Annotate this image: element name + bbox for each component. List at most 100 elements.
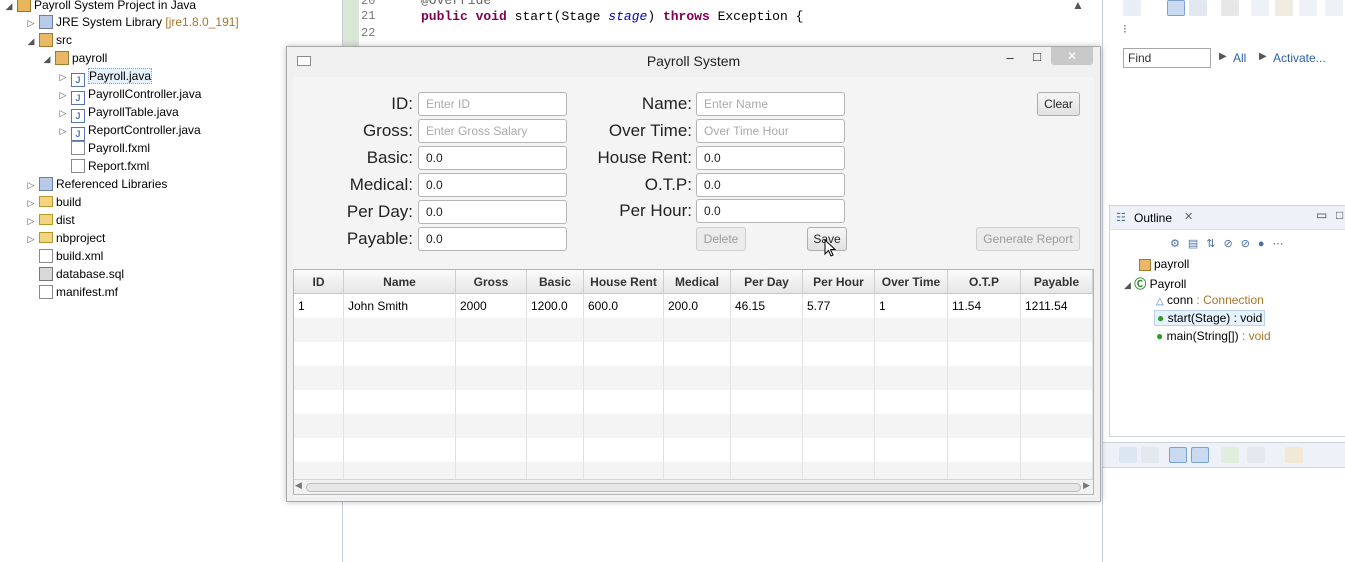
tree-item-build-xml[interactable]: build.xml bbox=[26, 247, 103, 265]
hierarchy-icon[interactable] bbox=[1167, 0, 1185, 16]
scroll-up-icon[interactable]: ▲ bbox=[1072, 0, 1084, 12]
outline-item-method-selected[interactable]: ● start(Stage) : void bbox=[1154, 310, 1266, 326]
column-header[interactable]: Gross bbox=[456, 270, 527, 294]
new-task-icon[interactable] bbox=[1123, 0, 1141, 16]
column-header[interactable]: Per Hour bbox=[803, 270, 875, 294]
column-header[interactable]: Basic bbox=[527, 270, 584, 294]
debug-icon[interactable] bbox=[1119, 447, 1137, 463]
expand-toggle-icon[interactable]: ▷ bbox=[58, 122, 68, 140]
tree-item-file[interactable]: ▷ J PayrollController.java bbox=[58, 85, 201, 105]
column-header[interactable]: Medical bbox=[664, 270, 731, 294]
medical-input[interactable]: 0.0 bbox=[418, 173, 567, 197]
column-header[interactable]: O.T.P bbox=[948, 270, 1021, 294]
collapse-icon[interactable] bbox=[1299, 0, 1317, 16]
table-row[interactable]: 1 John Smith 2000 1200.0 600.0 200.0 46.15 5.77… bbox=[294, 294, 1093, 318]
overtime-input[interactable]: Over Time Hour bbox=[696, 119, 845, 143]
column-header[interactable]: House Rent bbox=[584, 270, 664, 294]
table-row[interactable] bbox=[294, 366, 1093, 390]
expand-toggle-icon[interactable]: ▷ bbox=[26, 176, 36, 194]
id-input[interactable]: Enter ID bbox=[418, 92, 567, 116]
tab-outline[interactable]: Outline bbox=[1134, 211, 1172, 225]
expand-toggle-icon[interactable]: ▷ bbox=[58, 68, 68, 86]
table-row[interactable] bbox=[294, 342, 1093, 366]
select-console-icon[interactable] bbox=[1247, 447, 1265, 463]
tree-item-dist[interactable]: ▷ dist bbox=[26, 211, 75, 229]
tree-item-file[interactable]: ▷ J ReportController.java bbox=[58, 121, 201, 141]
tree-item-referenced-libraries[interactable]: ▷ Referenced Libraries bbox=[26, 175, 167, 193]
minimize-icon[interactable]: ▭ bbox=[1316, 208, 1327, 222]
perday-input[interactable]: 0.0 bbox=[418, 200, 567, 224]
tree-item-file[interactable]: ▷ J PayrollTable.java bbox=[58, 103, 179, 123]
expand-toggle-icon[interactable]: ◢ bbox=[42, 50, 52, 68]
tree-item-database[interactable]: database.sql bbox=[26, 265, 124, 283]
clear-button[interactable]: Clear bbox=[1037, 92, 1080, 116]
minimize-button[interactable]: – bbox=[1000, 50, 1020, 65]
tree-item-package[interactable]: ◢ payroll bbox=[42, 49, 107, 67]
tree-item-file[interactable]: Payroll.fxml bbox=[58, 139, 150, 157]
close-button[interactable]: ✕ bbox=[1051, 47, 1093, 65]
maximize-button[interactable]: □ bbox=[1027, 49, 1047, 64]
outline-item-class[interactable]: ◢ Ⓒ Payroll bbox=[1124, 275, 1186, 292]
houserent-input[interactable]: 0.0 bbox=[696, 146, 845, 170]
payable-input[interactable]: 0.0 bbox=[418, 227, 567, 251]
window-titlebar[interactable]: Payroll System – □ ✕ bbox=[287, 47, 1100, 75]
tree-item-src[interactable]: ◢ src bbox=[26, 31, 72, 49]
console-icon[interactable] bbox=[1141, 447, 1159, 463]
table-row[interactable] bbox=[294, 390, 1093, 414]
generate-report-button[interactable]: Generate Report bbox=[976, 227, 1080, 251]
outline-item-method[interactable]: ● main(String[]) : void bbox=[1156, 329, 1271, 343]
scrollbar-thumb[interactable] bbox=[306, 483, 1081, 492]
tree-item-jre[interactable]: ▷ JRE System Library [jre1.8.0_191] bbox=[26, 13, 239, 31]
maximize-icon[interactable]: □ bbox=[1336, 208, 1343, 222]
table-row[interactable] bbox=[294, 438, 1093, 462]
table-row[interactable] bbox=[294, 318, 1093, 342]
sync-icon[interactable] bbox=[1325, 0, 1343, 16]
expand-toggle-icon[interactable]: ▷ bbox=[26, 194, 36, 212]
tree-item-project[interactable]: ◢ Payroll System Project in Java bbox=[4, 0, 196, 14]
gross-input[interactable]: Enter Gross Salary bbox=[418, 119, 567, 143]
tree-view-icon[interactable] bbox=[1189, 0, 1207, 16]
horizontal-scrollbar[interactable]: ◀ ▶ bbox=[294, 479, 1093, 494]
group-icon[interactable] bbox=[1221, 0, 1239, 16]
payroll-table[interactable]: ID Name Gross Basic House Rent Medical Per Day… bbox=[293, 269, 1094, 495]
delete-button[interactable]: Delete bbox=[696, 227, 746, 251]
activate-link[interactable]: Activate... bbox=[1273, 51, 1326, 65]
name-input[interactable]: Enter Name bbox=[696, 92, 845, 116]
expand-toggle-icon[interactable]: ◢ bbox=[26, 32, 36, 50]
expand-toggle-icon[interactable]: ▷ bbox=[26, 230, 36, 248]
filter-icon[interactable] bbox=[1251, 0, 1269, 16]
perhour-input[interactable]: 0.0 bbox=[696, 199, 845, 223]
new-console-icon[interactable] bbox=[1285, 447, 1303, 463]
tree-item-file[interactable]: ▷ J Payroll.java bbox=[58, 67, 153, 87]
otp-input[interactable]: 0.0 bbox=[696, 173, 845, 197]
close-icon[interactable]: ✕ bbox=[1184, 210, 1193, 223]
expand-toggle-icon[interactable]: ▷ bbox=[26, 212, 36, 230]
tree-item-nbproject[interactable]: ▷ nbproject bbox=[26, 229, 106, 248]
expand-toggle-icon[interactable]: ▷ bbox=[58, 104, 68, 122]
column-header[interactable]: ID bbox=[294, 270, 344, 294]
column-header[interactable]: Over Time bbox=[875, 270, 948, 294]
scroll-left-icon[interactable]: ◀ bbox=[295, 480, 302, 491]
pin-icon[interactable] bbox=[1169, 447, 1187, 463]
column-header[interactable]: Per Day bbox=[731, 270, 803, 294]
tree-item-build[interactable]: ▷ build bbox=[26, 193, 82, 212]
tree-item-manifest[interactable]: manifest.mf bbox=[26, 283, 118, 301]
table-row[interactable] bbox=[294, 414, 1093, 438]
column-header[interactable]: Name bbox=[344, 270, 456, 294]
find-input[interactable]: Find bbox=[1123, 48, 1211, 68]
expand-toggle-icon[interactable]: ▷ bbox=[26, 14, 36, 32]
more-icon[interactable]: ⁝ bbox=[1123, 22, 1127, 36]
basic-input[interactable]: 0.0 bbox=[418, 146, 567, 170]
link-icon[interactable] bbox=[1275, 0, 1293, 16]
outline-item-field[interactable]: △ conn : Connection bbox=[1156, 293, 1264, 307]
scroll-right-icon[interactable]: ▶ bbox=[1083, 480, 1090, 491]
display-icon[interactable] bbox=[1191, 447, 1209, 463]
expand-toggle-icon[interactable]: ▷ bbox=[58, 86, 68, 104]
all-link[interactable]: All bbox=[1233, 51, 1246, 65]
expand-toggle-icon[interactable]: ◢ bbox=[4, 0, 14, 15]
outline-item-package[interactable]: payroll bbox=[1136, 257, 1189, 271]
expand-toggle-icon[interactable]: ◢ bbox=[1124, 280, 1131, 290]
open-console-icon[interactable] bbox=[1221, 447, 1239, 463]
column-header[interactable]: Payable bbox=[1021, 270, 1093, 294]
tree-item-file[interactable]: Report.fxml bbox=[58, 157, 149, 175]
